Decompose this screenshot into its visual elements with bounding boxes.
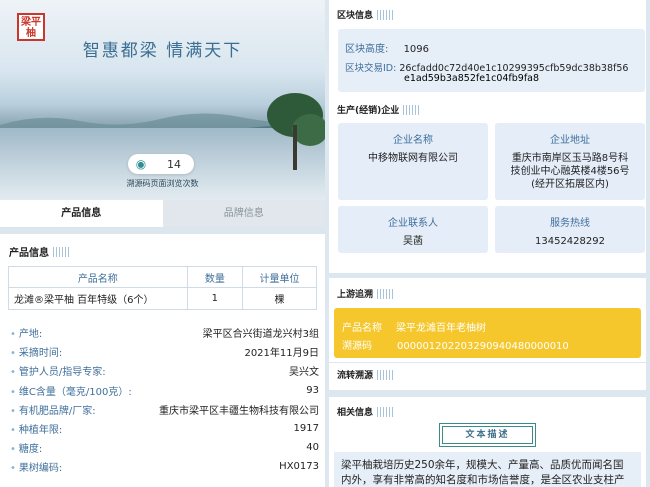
slogan-text: 智惠都梁 情满天下 <box>82 41 243 61</box>
enterprise-contact-box: 企业联系人 吴菡 <box>338 206 488 253</box>
title-deco-icon <box>377 9 394 20</box>
view-counter: ◉ 14 <box>128 154 194 174</box>
tree-illustration <box>267 93 325 170</box>
cell-qty: 1 <box>186 287 244 310</box>
enterprise-section-title: 生产(经销)企业 <box>337 103 420 116</box>
upstream-product-line: 产品名称 梁平龙滩百年老柚树 <box>342 323 486 334</box>
block-tx-line-2: e1ad59b3a852fe1c04fb9fa8 <box>404 73 540 84</box>
detail-row-sugar: 糖度:40 <box>10 438 319 457</box>
text-description-button[interactable]: 文本描述 <box>439 423 536 447</box>
title-deco-icon <box>377 369 394 380</box>
detail-row-fertilizer: 有机肥品牌/厂家:重庆市梁平区丰疆生物科技有限公司 <box>10 400 319 419</box>
view-count: 14 <box>167 157 181 171</box>
block-tx-line: 区块交易ID: 26cfadd0c72d40e1c10299395cfb59dc… <box>345 63 629 74</box>
cell-name: 龙滩®梁平柚 百年特级（6个） <box>8 287 188 310</box>
circulation-card: 流转溯源 <box>329 363 646 390</box>
col-header-unit: 计量单位 <box>242 266 317 288</box>
upstream-trace-box[interactable]: 产品名称 梁平龙滩百年老柚树 溯源码 00000120220329094048000… <box>334 308 641 358</box>
title-deco-icon <box>53 246 69 257</box>
block-section-title: 区块信息 <box>337 8 394 21</box>
table-header-row: 产品名称 数量 计量单位 <box>8 266 317 288</box>
detail-row-vitc: 维C含量（毫克/100克）:93 <box>10 381 319 400</box>
divider <box>0 227 325 234</box>
product-details: 产地:梁平区合兴街道龙兴村3组 采摘时间:2021年11月9日 管护人员/指导专… <box>10 323 319 477</box>
tab-brand-info[interactable]: 品牌信息 <box>162 200 325 227</box>
hero-banner: 梁平柚 智惠都梁 情满天下 ◉ 14 溯源码页面浏览次数 <box>0 0 325 200</box>
col-header-qty: 数量 <box>186 266 244 288</box>
product-section-title: 产品信息 <box>9 244 69 259</box>
tab-product-info[interactable]: 产品信息 <box>0 200 163 227</box>
detail-row-harvest: 采摘时间:2021年11月9日 <box>10 342 319 361</box>
product-table: 产品名称 数量 计量单位 龙滩®梁平柚 百年特级（6个） 1 棵 <box>8 266 317 310</box>
block-info-box: 区块高度: 1096 区块交易ID: 26cfadd0c72d40e1c1029… <box>338 29 645 92</box>
block-height-line: 区块高度: 1096 <box>345 44 430 55</box>
enterprise-card: 生产(经销)企业 企业名称 中移物联网有限公司 企业地址 重庆市南岸区玉马路8号… <box>329 97 646 273</box>
detail-row-years: 种植年限:1917 <box>10 419 319 438</box>
circulation-section-title: 流转溯源 <box>337 368 394 381</box>
title-deco-icon <box>403 104 420 115</box>
col-header-name: 产品名称 <box>8 266 188 288</box>
left-panel: 梁平柚 智惠都梁 情满天下 ◉ 14 溯源码页面浏览次数 产品信息 品牌信息 产… <box>0 0 325 487</box>
detail-row-expert: 管护人员/指导专家:吴兴文 <box>10 361 319 380</box>
cell-unit: 棵 <box>242 287 317 310</box>
related-section-title: 相关信息 <box>337 405 394 418</box>
detail-row-origin: 产地:梁平区合兴街道龙兴村3组 <box>10 323 319 342</box>
right-panel: 区块信息 区块高度: 1096 区块交易ID: 26cfadd0c72d40e1… <box>325 0 650 487</box>
title-deco-icon <box>377 288 394 299</box>
page: 梁平柚 智惠都梁 情满天下 ◉ 14 溯源码页面浏览次数 产品信息 品牌信息 产… <box>0 0 650 487</box>
enterprise-name-box: 企业名称 中移物联网有限公司 <box>338 123 488 200</box>
enterprise-address-box: 企业地址 重庆市南岸区玉马路8号科 技创业中心融英楼4楼56号 (经开区拓展区内… <box>495 123 645 200</box>
block-info-card: 区块信息 区块高度: 1096 区块交易ID: 26cfadd0c72d40e1… <box>329 0 646 100</box>
tab-bar: 产品信息 品牌信息 <box>0 200 325 227</box>
view-note: 溯源码页面浏览次数 <box>126 179 199 188</box>
description-text: 梁平柚栽培历史250余年，规模大、产量高、品质优而闻名国 内外，享有非常高的知名… <box>341 459 625 486</box>
upstream-section-title: 上游追溯 <box>337 287 394 300</box>
enterprise-hotline-box: 服务热线 13452428292 <box>495 206 645 253</box>
detail-row-tree-code: 果树编码:HX0173 <box>10 457 319 476</box>
title-deco-icon <box>377 406 394 417</box>
table-row: 龙滩®梁平柚 百年特级（6个） 1 棵 <box>8 287 317 310</box>
eye-icon: ◉ <box>135 157 147 171</box>
upstream-trace-line: 溯源码 000001202203290940480000010 <box>342 341 569 352</box>
